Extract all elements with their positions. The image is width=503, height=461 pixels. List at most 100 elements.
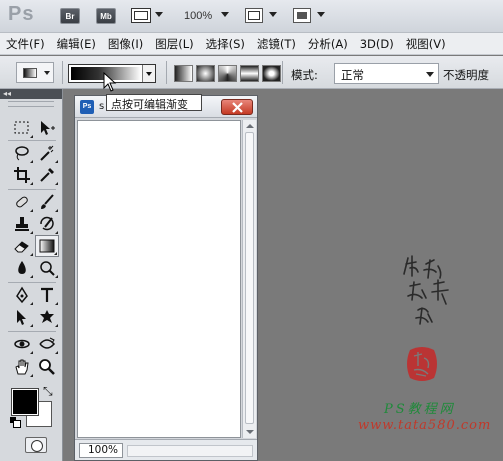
lasso-tool[interactable] [10, 142, 34, 164]
pen-icon [16, 286, 28, 304]
panel-collapse-icon[interactable]: ◂◂ [0, 89, 62, 99]
marquee-icon [14, 121, 29, 134]
scroll-up-icon[interactable] [246, 124, 254, 128]
dodge-tool[interactable] [35, 257, 59, 279]
quick-mask-button[interactable] [25, 437, 47, 453]
red-seal-stamp [407, 347, 437, 381]
document-name: s [99, 101, 105, 112]
mouse-cursor-icon [103, 72, 117, 92]
bridge-button[interactable]: Br [60, 8, 80, 24]
path-selection-tool[interactable] [10, 306, 34, 328]
angle-gradient-button[interactable] [218, 65, 237, 82]
menu-bar: 文件(F) 编辑(E) 图像(I) 图层(L) 选择(S) 滤镜(T) 分析(A… [0, 33, 503, 55]
blur-tool[interactable] [10, 257, 34, 279]
default-colors-icon[interactable] [10, 417, 21, 428]
diamond-gradient-button[interactable] [262, 65, 281, 82]
hand-tool[interactable] [10, 356, 34, 378]
spot-healing-tool[interactable] [10, 191, 34, 213]
menu-file[interactable]: 文件(F) [0, 36, 51, 52]
gradient-tooltip: 点按可编辑渐变 [106, 94, 202, 111]
document-canvas[interactable] [77, 120, 241, 438]
type-tool[interactable] [35, 284, 59, 306]
brush-icon [41, 194, 54, 209]
tool-preset-picker[interactable] [16, 62, 54, 83]
marquee-tool[interactable] [10, 117, 34, 139]
menu-layer[interactable]: 图层(L) [149, 36, 199, 52]
clone-stamp-tool[interactable] [10, 213, 34, 235]
arrange-documents-icon[interactable] [245, 8, 263, 23]
eyedropper-tool[interactable] [35, 164, 59, 186]
menu-view[interactable]: 视图(V) [400, 36, 452, 52]
crop-icon [14, 167, 30, 183]
3d-rotate-icon [14, 339, 30, 349]
view-extras-icon[interactable] [131, 8, 151, 23]
custom-shape-tool[interactable] [35, 306, 59, 328]
history-brush-tool[interactable] [35, 213, 59, 235]
document-zoom-field[interactable]: 100% [79, 443, 123, 458]
foreground-color-swatch[interactable] [11, 388, 39, 416]
magic-wand-tool[interactable] [35, 142, 59, 164]
history-brush-icon [40, 216, 54, 231]
chevron-down-icon[interactable] [269, 12, 277, 17]
gradient-dropdown-button[interactable] [142, 65, 155, 82]
path-selection-icon [17, 310, 26, 325]
zoom-icon [39, 359, 55, 375]
zoom-level[interactable]: 100% [184, 10, 212, 22]
swap-colors-icon[interactable]: ⤡ [43, 384, 53, 399]
watermark-url: www.tata580.com [358, 418, 492, 433]
panel-grip[interactable] [8, 101, 54, 107]
menu-select[interactable]: 选择(S) [200, 36, 251, 52]
ps-document-icon: Ps [80, 100, 94, 114]
menu-analysis[interactable]: 分析(A) [302, 36, 354, 52]
custom-shape-icon [40, 310, 54, 323]
3d-orbit-icon [39, 337, 55, 349]
gradient-tool[interactable] [35, 235, 59, 257]
scroll-down-icon[interactable] [246, 430, 254, 434]
zoom-tool[interactable] [35, 356, 59, 378]
eraser-tool[interactable] [10, 235, 34, 257]
horizontal-scrollbar[interactable] [127, 445, 253, 457]
3d-orbit-tool[interactable] [35, 333, 59, 355]
menu-edit[interactable]: 编辑(E) [51, 36, 102, 52]
document-status-bar: 100% [75, 439, 257, 460]
linear-gradient-button[interactable] [174, 65, 193, 82]
eyedropper-icon [40, 168, 54, 182]
mode-select[interactable]: 正常 [334, 63, 439, 84]
menu-filter[interactable]: 滤镜(T) [251, 36, 302, 52]
mini-bridge-button[interactable]: Mb [96, 8, 116, 24]
chevron-down-icon [426, 72, 434, 77]
move-tool[interactable] [35, 117, 59, 139]
pen-tool[interactable] [10, 284, 34, 306]
app-bar: Ps Br Mb 100% [0, 0, 503, 33]
hand-icon [15, 359, 29, 375]
reflected-gradient-button[interactable] [240, 65, 259, 82]
type-icon [41, 287, 53, 302]
scrollbar-thumb[interactable] [245, 132, 254, 424]
document-window[interactable]: Ps s 100% [74, 95, 258, 461]
close-button[interactable] [221, 99, 253, 115]
spot-healing-icon [16, 196, 28, 208]
opacity-label: 不透明度 [443, 68, 489, 82]
chevron-down-icon[interactable] [317, 12, 325, 17]
photoshop-logo: Ps [8, 3, 35, 25]
crop-tool[interactable] [10, 164, 34, 186]
screen-mode-icon[interactable] [293, 8, 311, 23]
radial-gradient-button[interactable] [196, 65, 215, 82]
clone-stamp-icon [15, 217, 29, 231]
eraser-icon [14, 241, 29, 253]
brush-tool[interactable] [35, 191, 59, 213]
blur-icon [18, 261, 26, 274]
chevron-down-icon[interactable] [221, 12, 229, 17]
magic-wand-icon [40, 145, 54, 161]
3d-rotate-tool[interactable] [10, 333, 34, 355]
watermark-site-name: PS教程网 [384, 402, 456, 417]
move-icon [41, 121, 55, 135]
vertical-scrollbar[interactable] [242, 120, 256, 438]
chevron-down-icon[interactable] [155, 12, 163, 17]
menu-3d[interactable]: 3D(D) [354, 37, 400, 51]
menu-image[interactable]: 图像(I) [102, 36, 149, 52]
lasso-icon [15, 146, 29, 161]
close-icon [232, 102, 243, 113]
dodge-icon [40, 261, 55, 276]
mode-label: 模式: [291, 68, 318, 82]
